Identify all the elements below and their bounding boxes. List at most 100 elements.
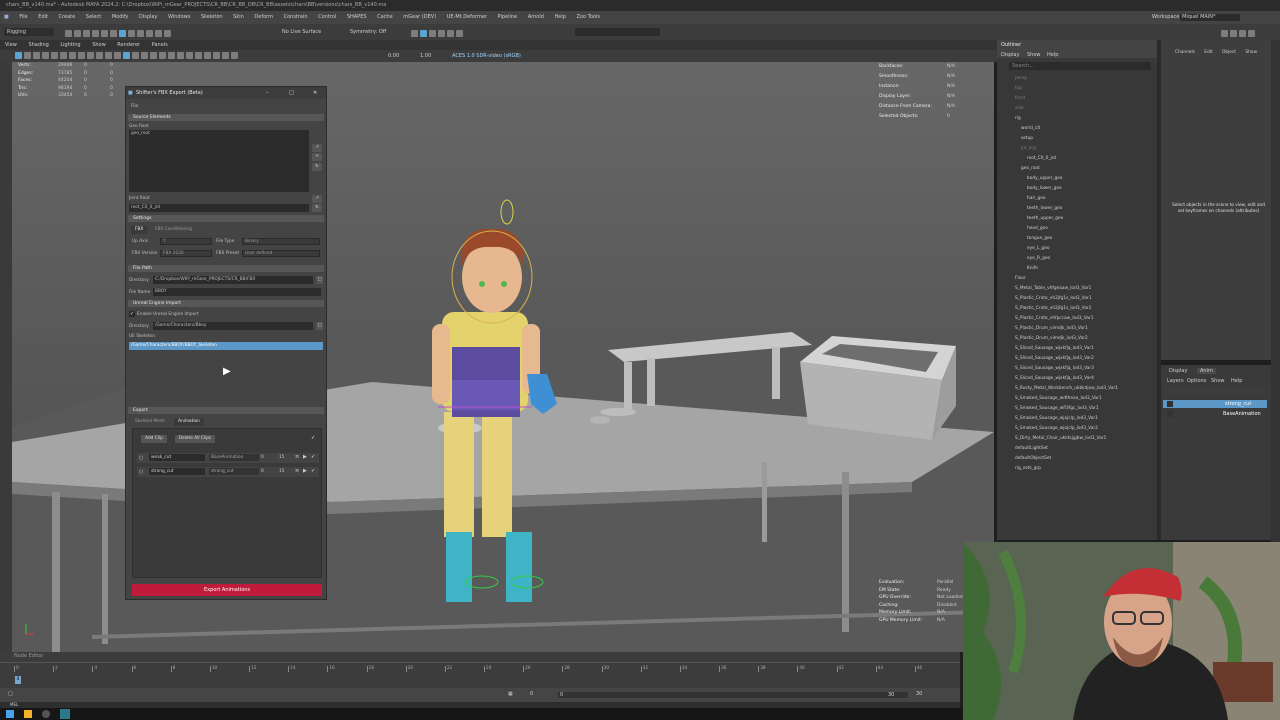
gate-mask-icon[interactable] xyxy=(78,52,85,59)
file-explorer-icon[interactable] xyxy=(24,710,32,718)
clip-export-checkbox[interactable]: ✓ xyxy=(311,468,315,474)
fbx-version-select[interactable]: FBX 2020 xyxy=(160,250,212,257)
clip-play-icon[interactable]: ▶ xyxy=(303,468,307,474)
close-icon[interactable]: ✕ xyxy=(313,87,317,99)
layer-tab-anim[interactable]: Anim xyxy=(1197,368,1216,374)
outliner-item[interactable]: body_upper_geo xyxy=(1015,174,1118,184)
range-end-field[interactable]: 30 xyxy=(916,691,922,697)
auto-geo-root-icon[interactable]: ↻ xyxy=(312,163,322,171)
outliner-item[interactable]: S_Sliced_Sausage_wjxkfjq_lod3_Var2 xyxy=(1015,354,1118,364)
outliner-item[interactable]: S_Smoked_Sausage_wjojclp_lod3_Var1 xyxy=(1015,414,1118,424)
outliner-item[interactable]: rig xyxy=(1015,114,1118,124)
xray-components-icon[interactable] xyxy=(231,52,238,59)
maya-taskbar-icon[interactable] xyxy=(60,709,70,719)
clip-layer-select[interactable]: BaseAnimation xyxy=(209,454,259,461)
xray-icon[interactable] xyxy=(213,52,220,59)
outliner-item[interactable]: rig_sets_grp xyxy=(1015,464,1118,474)
open-scene-icon[interactable] xyxy=(74,30,81,37)
outliner-search-input[interactable]: Search... xyxy=(1009,62,1151,70)
outliner-item[interactable]: S_Smoked_Sausage_wjojclp_lod3_Var2 xyxy=(1015,424,1118,434)
layer-mute-icon[interactable] xyxy=(1167,411,1173,417)
range-menu-icon[interactable]: ▦ xyxy=(508,691,513,697)
safe-action-icon[interactable] xyxy=(96,52,103,59)
menu-constrain[interactable]: Constrain xyxy=(284,14,308,20)
range-start-icon[interactable]: □ xyxy=(8,691,13,697)
xray-joints-icon[interactable] xyxy=(222,52,229,59)
panel-menu-view[interactable]: View xyxy=(5,42,17,48)
clip-name-field[interactable]: strong_cut xyxy=(149,468,205,475)
exposure-field[interactable]: 1.00 xyxy=(420,52,431,60)
wireframe-icon[interactable] xyxy=(114,52,121,59)
menu-file[interactable]: File xyxy=(19,14,27,20)
outliner-item[interactable]: defaultLightSet xyxy=(1015,444,1118,454)
file-path-header[interactable]: File Path xyxy=(128,265,324,272)
unreal-import-header[interactable]: Unreal Engine Import xyxy=(128,300,324,307)
hypershade-icon[interactable] xyxy=(438,30,445,37)
safe-title-icon[interactable] xyxy=(105,52,112,59)
clip-menu-icon[interactable]: ≡ xyxy=(295,468,299,474)
tab-fbx-conditioning[interactable]: FBX Conditioning xyxy=(151,226,196,234)
directory-field[interactable]: C:/Dropbox/WIP/_mGear_PROJECTS/CR_BB/FBX xyxy=(153,276,313,284)
menu-help[interactable]: Help xyxy=(555,14,566,20)
workspace-select[interactable]: Miquel MAIN* xyxy=(1180,14,1240,21)
maya-logo-icon[interactable]: ■ xyxy=(4,14,9,20)
clip-row[interactable]: ○ strong_cut strong_cut 0 15 ≡ ▶ ✓ xyxy=(137,467,319,477)
menu-deform[interactable]: Deform xyxy=(254,14,273,20)
resolution-gate-icon[interactable] xyxy=(69,52,76,59)
up-axis-select[interactable]: Y xyxy=(160,238,212,245)
auto-joint-root-icon[interactable]: ↻ xyxy=(312,204,322,212)
outliner-item[interactable]: jnt_org xyxy=(1015,144,1118,154)
clip-toggle-icon[interactable]: ○ xyxy=(139,455,143,461)
outliner-item[interactable]: hair_geo xyxy=(1015,194,1118,204)
menu-control[interactable]: Control xyxy=(318,14,336,20)
outliner-item[interactable]: world_ctl xyxy=(1015,124,1118,134)
layer-menu-help[interactable]: Help xyxy=(1231,378,1242,384)
layer-name[interactable]: BaseAnimation xyxy=(1223,410,1261,418)
select-geo-root-icon[interactable]: ↗ xyxy=(312,144,322,152)
menu-windows[interactable]: Windows xyxy=(168,14,190,20)
geo-root-list[interactable]: geo_root xyxy=(129,130,309,192)
select-hierarchy-icon[interactable] xyxy=(110,30,117,37)
outliner-menu-display[interactable]: Display xyxy=(1001,52,1019,58)
motion-blur-icon[interactable] xyxy=(186,52,193,59)
redo-icon[interactable] xyxy=(101,30,108,37)
render-settings-icon[interactable] xyxy=(429,30,436,37)
clip-start-field[interactable]: 0 xyxy=(261,454,264,461)
panel-menu-lighting[interactable]: Lighting xyxy=(60,42,80,48)
snap-curve-icon[interactable] xyxy=(146,30,153,37)
range-inner-start[interactable]: 0 xyxy=(560,692,563,698)
tab-skeletal-mesh[interactable]: Skeletal Mesh xyxy=(131,418,169,426)
geo-root-item[interactable]: geo_root xyxy=(131,130,309,137)
layer-tab-display[interactable]: Display xyxy=(1169,368,1187,374)
menu-edit[interactable]: Edit xyxy=(38,14,48,20)
film-gate-icon[interactable] xyxy=(60,52,67,59)
camera-attributes-icon[interactable] xyxy=(24,52,31,59)
panel-menu-show[interactable]: Show xyxy=(92,42,106,48)
layer-menu-options[interactable]: Options xyxy=(1187,378,1206,384)
outliner-item[interactable]: eye_R_geo xyxy=(1015,254,1118,264)
clip-start-field[interactable]: 0 xyxy=(261,468,264,475)
panel-menu-shading[interactable]: Shading xyxy=(28,42,48,48)
dialog-file-menu[interactable]: File xyxy=(131,104,138,109)
clip-row[interactable]: ○ weak_cut BaseAnimation 0 15 ≡ ▶ ✓ xyxy=(137,453,319,463)
select-component-icon[interactable] xyxy=(128,30,135,37)
default-material-icon[interactable] xyxy=(132,52,139,59)
menu-arnold[interactable]: Arnold xyxy=(528,14,544,20)
joint-root-field[interactable]: root_C0_0_jnt xyxy=(129,204,309,212)
outliner-menu-help[interactable]: Help xyxy=(1047,52,1058,58)
live-surface-field[interactable]: No Live Surface xyxy=(282,28,321,36)
file-name-field[interactable]: BBOY xyxy=(153,288,321,296)
clip-export-checkbox[interactable]: ✓ xyxy=(311,454,315,460)
menu-mgear[interactable]: mGear (DEV) xyxy=(403,14,436,20)
outliner-item[interactable]: S_Sliced_Sausage_wjxkfjq_lod3_Var3 xyxy=(1015,364,1118,374)
range-slider-bar[interactable]: 0 30 xyxy=(558,692,908,698)
menu-zoo-tools[interactable]: Zoo Tools xyxy=(577,14,600,20)
layer-row[interactable]: strong_cut xyxy=(1163,400,1267,408)
grid-icon[interactable] xyxy=(51,52,58,59)
outliner-item[interactable]: Floor xyxy=(1015,274,1118,284)
outliner-item[interactable]: eye_L_geo xyxy=(1015,244,1118,254)
outliner-item[interactable]: S_Sliced_Sausage_wjxkfjq_lod3_Var4 xyxy=(1015,374,1118,384)
modeling-toolkit-icon[interactable] xyxy=(1221,30,1228,37)
channel-menu-object[interactable]: Object xyxy=(1222,50,1236,55)
browse-folder-icon[interactable]: □ xyxy=(316,276,323,284)
